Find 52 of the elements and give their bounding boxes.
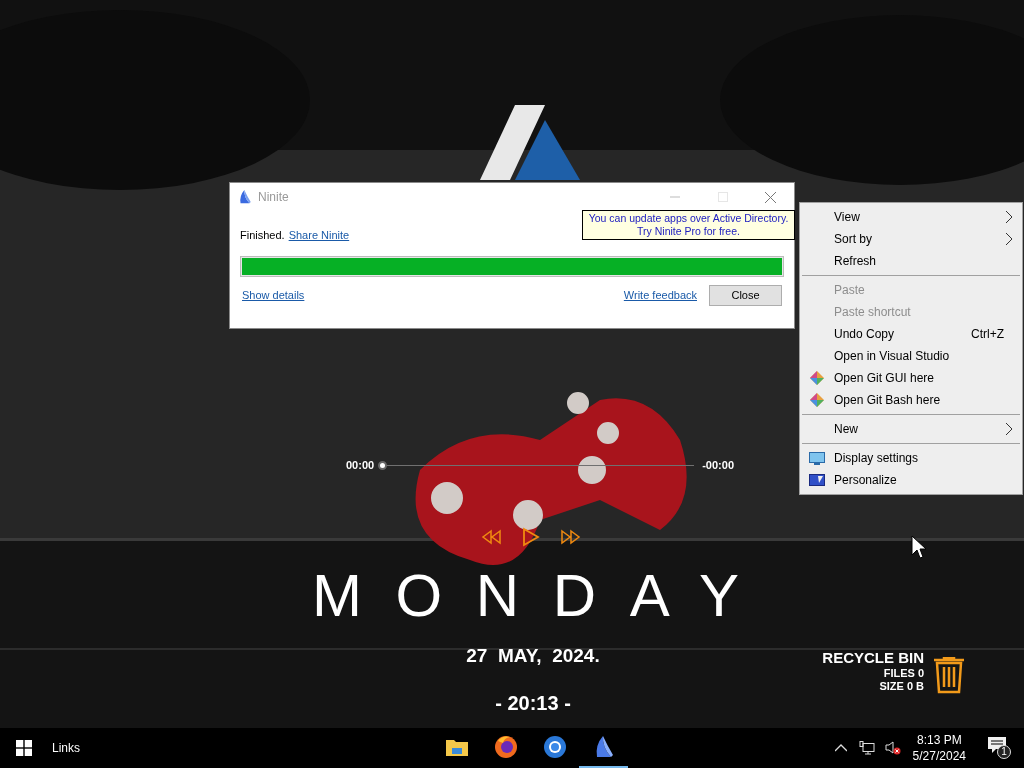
clock-date[interactable]: 5/27/2024: [912, 748, 966, 764]
browser-icon[interactable]: [542, 735, 567, 759]
network-icon[interactable]: [858, 741, 875, 755]
clock-time[interactable]: 8:13 PM: [916, 732, 962, 748]
menu-item[interactable]: Sort by: [800, 228, 1022, 250]
close-button[interactable]: Close: [709, 285, 782, 306]
trash-can-icon[interactable]: [933, 657, 965, 694]
diamond-icon: [809, 370, 825, 386]
diamond-icon: [809, 392, 825, 408]
menu-item[interactable]: Open Git GUI here: [800, 367, 1022, 389]
menu-item[interactable]: Refresh: [800, 250, 1022, 272]
tooltip-text: Try Ninite Pro for free.: [637, 225, 740, 238]
cursor-icon: [911, 535, 927, 560]
menu-item[interactable]: Display settings: [800, 447, 1022, 469]
fox-globe-icon[interactable]: [493, 735, 518, 759]
tooltip-text: You can update apps over Active Directory.: [588, 212, 789, 225]
details-link[interactable]: Show details: [242, 287, 305, 304]
remaining-time: -00:00: [702, 458, 734, 473]
share-link[interactable]: Share Ninite: [288, 226, 350, 243]
day-name: MONDAY: [312, 562, 773, 630]
elapsed-time: 00:00: [346, 458, 375, 473]
notification-badge: 1: [997, 745, 1011, 759]
folder-icon[interactable]: [445, 738, 468, 756]
menu-item[interactable]: New: [800, 418, 1022, 440]
status-text: Finished.: [240, 227, 285, 243]
chevron-right-icon: [1006, 423, 1012, 435]
muted-speaker-icon[interactable]: [884, 741, 901, 755]
menu-item[interactable]: Open in Visual Studio: [800, 345, 1022, 367]
sail-icon: [238, 189, 252, 205]
play-icon[interactable]: [522, 527, 540, 547]
close-icon[interactable]: [765, 191, 776, 203]
seek-thumb[interactable]: [378, 460, 388, 470]
personalize-icon: [809, 473, 825, 487]
chevron-right-icon: [1006, 233, 1012, 245]
menu-item[interactable]: Open Git Bash here: [800, 389, 1022, 411]
size-text: SIZE 0 B: [879, 680, 924, 693]
feedback-link[interactable]: Write feedback: [623, 287, 697, 304]
fast-forward-icon[interactable]: [560, 529, 582, 545]
window-title: Ninite: [258, 189, 289, 206]
windows-start-icon[interactable]: [16, 740, 32, 756]
links-label[interactable]: Links: [52, 739, 80, 757]
recycle-bin-title: RECYCLE BIN: [822, 649, 924, 667]
date-text: 27 MAY, 2024.: [465, 644, 601, 668]
clock-text: - 20:13 -: [494, 691, 572, 716]
monitor-icon: [809, 451, 825, 465]
chevron-right-icon: [1006, 211, 1012, 223]
menu-item[interactable]: Personalize: [800, 469, 1022, 491]
menu-item[interactable]: Undo Copy Ctrl+Z: [800, 323, 1022, 345]
menu-item[interactable]: View: [800, 206, 1022, 228]
chevron-up-icon[interactable]: [834, 744, 847, 752]
files-count: FILES 0: [883, 667, 924, 680]
rewind-icon[interactable]: [480, 529, 502, 545]
